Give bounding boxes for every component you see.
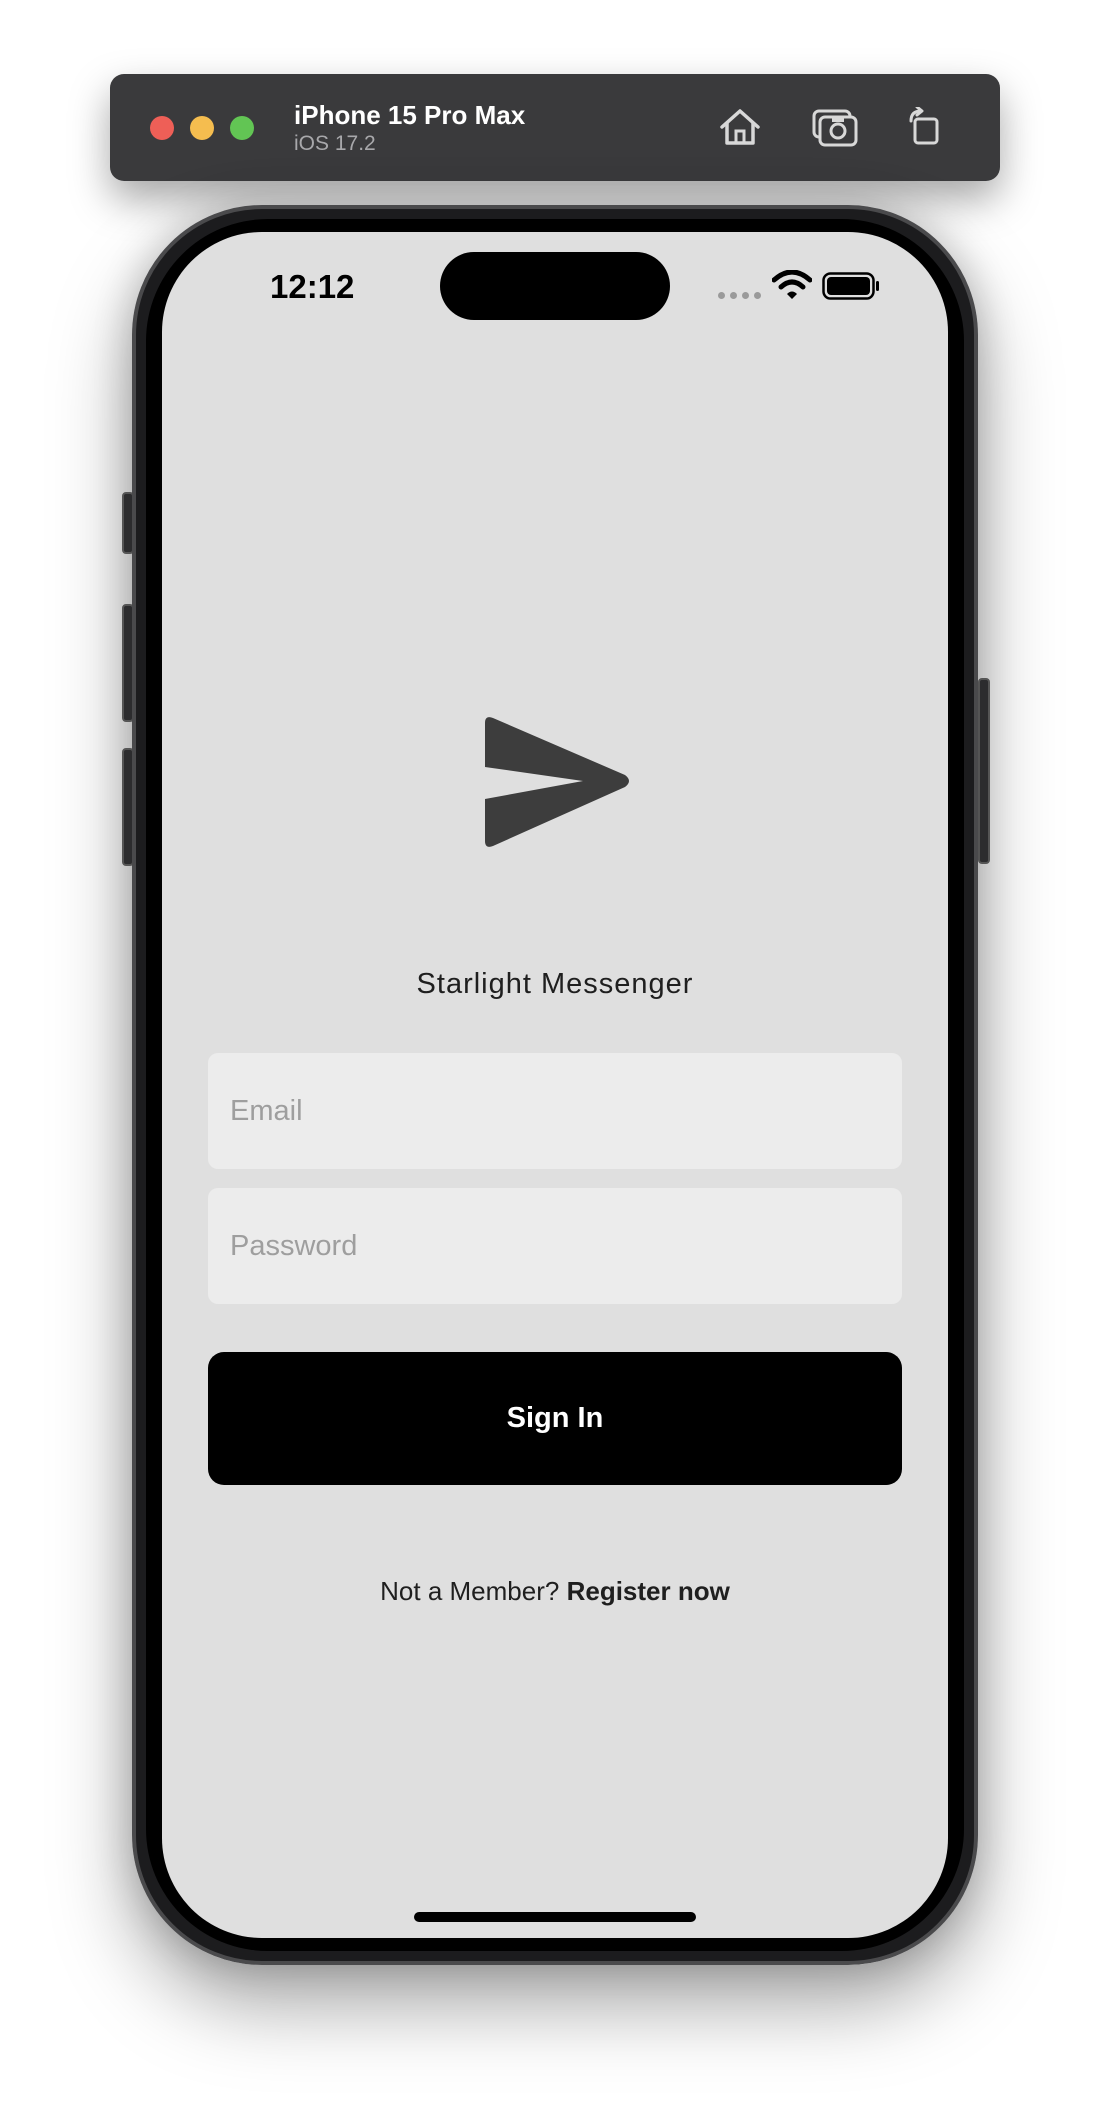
home-button[interactable]: [715, 102, 765, 152]
dynamic-island: [440, 252, 670, 320]
os-version: iOS 17.2: [294, 132, 376, 155]
screenshot-button[interactable]: [810, 102, 860, 152]
rotate-button[interactable]: [900, 102, 950, 152]
rotate-icon: [909, 107, 939, 145]
screenshot-icon: [812, 109, 858, 147]
status-time: 12:12: [270, 268, 355, 305]
phone-screen: 12:12 Starlight Messenger Sign In Not a …: [162, 232, 948, 1938]
home-icon: [720, 109, 760, 145]
minimize-window-button[interactable]: [190, 116, 214, 140]
battery-icon: [822, 272, 879, 300]
password-field[interactable]: [208, 1188, 902, 1304]
device-name: iPhone 15 Pro Max: [294, 100, 526, 130]
wifi-icon: [772, 270, 812, 299]
register-prompt: Not a Member?: [380, 1576, 560, 1606]
app-title: Starlight Messenger: [416, 968, 694, 1000]
cellular-signal-icon: [718, 292, 761, 299]
sign-in-button[interactable]: Sign In: [208, 1352, 902, 1485]
paper-plane-icon: [485, 717, 629, 847]
register-prompt-line: Not a Member? Register now: [162, 1576, 948, 1607]
email-field[interactable]: [208, 1053, 902, 1169]
close-window-button[interactable]: [150, 116, 174, 140]
register-now-link[interactable]: Register now: [567, 1576, 730, 1606]
zoom-window-button[interactable]: [230, 116, 254, 140]
power-button[interactable]: [978, 678, 990, 864]
home-indicator[interactable]: [414, 1912, 696, 1922]
simulator-toolbar: iPhone 15 Pro Max iOS 17.2: [110, 74, 1000, 181]
